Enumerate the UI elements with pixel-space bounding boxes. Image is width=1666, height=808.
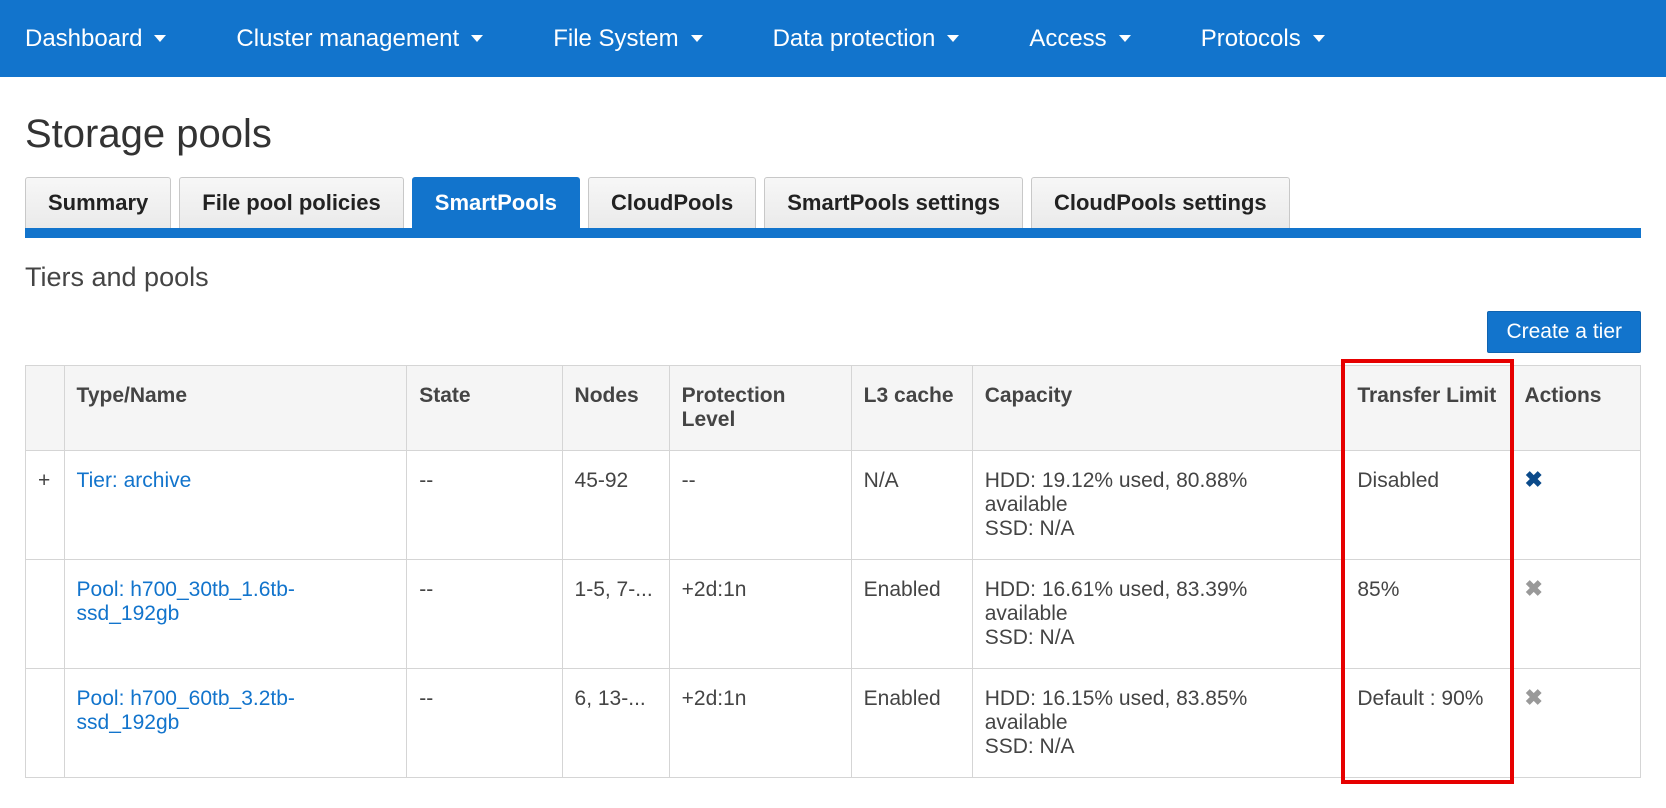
cell-nodes: 6, 13-...	[562, 669, 669, 778]
tab-cloudpools[interactable]: CloudPools	[588, 177, 756, 228]
cell-state: --	[407, 669, 562, 778]
table-wrap: Type/Name State Nodes Protection Level L…	[0, 365, 1666, 808]
expand-toggle	[26, 669, 65, 778]
nav-label: Dashboard	[25, 25, 142, 53]
cell-transfer-limit: Default : 90%	[1345, 669, 1512, 778]
cell-capacity: HDD: 19.12% used, 80.88% availableSSD: N…	[972, 451, 1345, 560]
tab-smartpools-settings[interactable]: SmartPools settings	[764, 177, 1023, 228]
cell-l3: N/A	[851, 451, 972, 560]
nav-item-access[interactable]: Access	[1029, 25, 1130, 53]
col-expander	[26, 366, 65, 451]
nav-item-dashboard[interactable]: Dashboard	[25, 25, 166, 53]
col-transfer-limit: Transfer Limit	[1345, 366, 1512, 451]
col-protection: Protection Level	[669, 366, 851, 451]
cell-capacity: HDD: 16.61% used, 83.39% availableSSD: N…	[972, 560, 1345, 669]
tab-summary[interactable]: Summary	[25, 177, 171, 228]
cell-state: --	[407, 560, 562, 669]
col-l3cache: L3 cache	[851, 366, 972, 451]
nav-label: Protocols	[1201, 25, 1301, 53]
cell-actions: ✖	[1512, 669, 1641, 778]
table-header-row: Type/Name State Nodes Protection Level L…	[26, 366, 1641, 451]
section-title: Tiers and pools	[0, 238, 1666, 293]
top-nav: Dashboard Cluster management File System…	[0, 0, 1666, 77]
nav-label: Data protection	[773, 25, 936, 53]
cell-actions: ✖	[1512, 560, 1641, 669]
tab-cloudpools-settings[interactable]: CloudPools settings	[1031, 177, 1290, 228]
tiers-pools-table: Type/Name State Nodes Protection Level L…	[25, 365, 1641, 778]
cell-transfer-limit: Disabled	[1345, 451, 1512, 560]
caret-down-icon	[1313, 35, 1325, 42]
button-row: Create a tier	[0, 293, 1666, 365]
col-nodes: Nodes	[562, 366, 669, 451]
pool-link[interactable]: Tier: archive	[77, 469, 192, 492]
nav-label: File System	[553, 25, 678, 53]
cell-l3: Enabled	[851, 669, 972, 778]
cell-capacity: HDD: 16.15% used, 83.85% availableSSD: N…	[972, 669, 1345, 778]
tab-row: Summary File pool policies SmartPools Cl…	[0, 177, 1666, 238]
cell-actions: ✖	[1512, 451, 1641, 560]
tab-file-pool-policies[interactable]: File pool policies	[179, 177, 403, 228]
cell-name: Pool: h700_30tb_1.6tb-ssd_192gb	[64, 560, 407, 669]
col-capacity: Capacity	[972, 366, 1345, 451]
cell-name: Pool: h700_60tb_3.2tb-ssd_192gb	[64, 669, 407, 778]
delete-icon[interactable]: ✖	[1524, 469, 1542, 491]
expand-toggle	[26, 560, 65, 669]
cell-name: Tier: archive	[64, 451, 407, 560]
cell-protection: --	[669, 451, 851, 560]
nav-label: Cluster management	[236, 25, 459, 53]
caret-down-icon	[691, 35, 703, 42]
caret-down-icon	[1119, 35, 1131, 42]
caret-down-icon	[471, 35, 483, 42]
col-actions: Actions	[1512, 366, 1641, 451]
page-title: Storage pools	[0, 77, 1666, 177]
pool-link[interactable]: Pool: h700_60tb_3.2tb-ssd_192gb	[77, 687, 295, 734]
tab-smartpools[interactable]: SmartPools	[412, 177, 580, 228]
nav-item-protocols[interactable]: Protocols	[1201, 25, 1325, 53]
cell-protection: +2d:1n	[669, 669, 851, 778]
col-type-name: Type/Name	[64, 366, 407, 451]
cell-nodes: 45-92	[562, 451, 669, 560]
pool-link[interactable]: Pool: h700_30tb_1.6tb-ssd_192gb	[77, 578, 295, 625]
cell-transfer-limit: 85%	[1345, 560, 1512, 669]
table-row: Pool: h700_60tb_3.2tb-ssd_192gb --6, 13-.…	[26, 669, 1641, 778]
nav-item-data-protection[interactable]: Data protection	[773, 25, 960, 53]
table-row: +Tier: archive--45-92--N/AHDD: 19.12% us…	[26, 451, 1641, 560]
nav-item-file-system[interactable]: File System	[553, 25, 702, 53]
cell-nodes: 1-5, 7-...	[562, 560, 669, 669]
delete-icon[interactable]: ✖	[1524, 687, 1542, 709]
nav-item-cluster-management[interactable]: Cluster management	[236, 25, 483, 53]
cell-state: --	[407, 451, 562, 560]
delete-icon[interactable]: ✖	[1524, 578, 1542, 600]
caret-down-icon	[947, 35, 959, 42]
table-row: Pool: h700_30tb_1.6tb-ssd_192gb --1-5, 7-…	[26, 560, 1641, 669]
col-state: State	[407, 366, 562, 451]
cell-protection: +2d:1n	[669, 560, 851, 669]
create-tier-button[interactable]: Create a tier	[1487, 311, 1641, 353]
caret-down-icon	[154, 35, 166, 42]
cell-l3: Enabled	[851, 560, 972, 669]
expand-toggle[interactable]: +	[26, 451, 65, 560]
nav-label: Access	[1029, 25, 1106, 53]
